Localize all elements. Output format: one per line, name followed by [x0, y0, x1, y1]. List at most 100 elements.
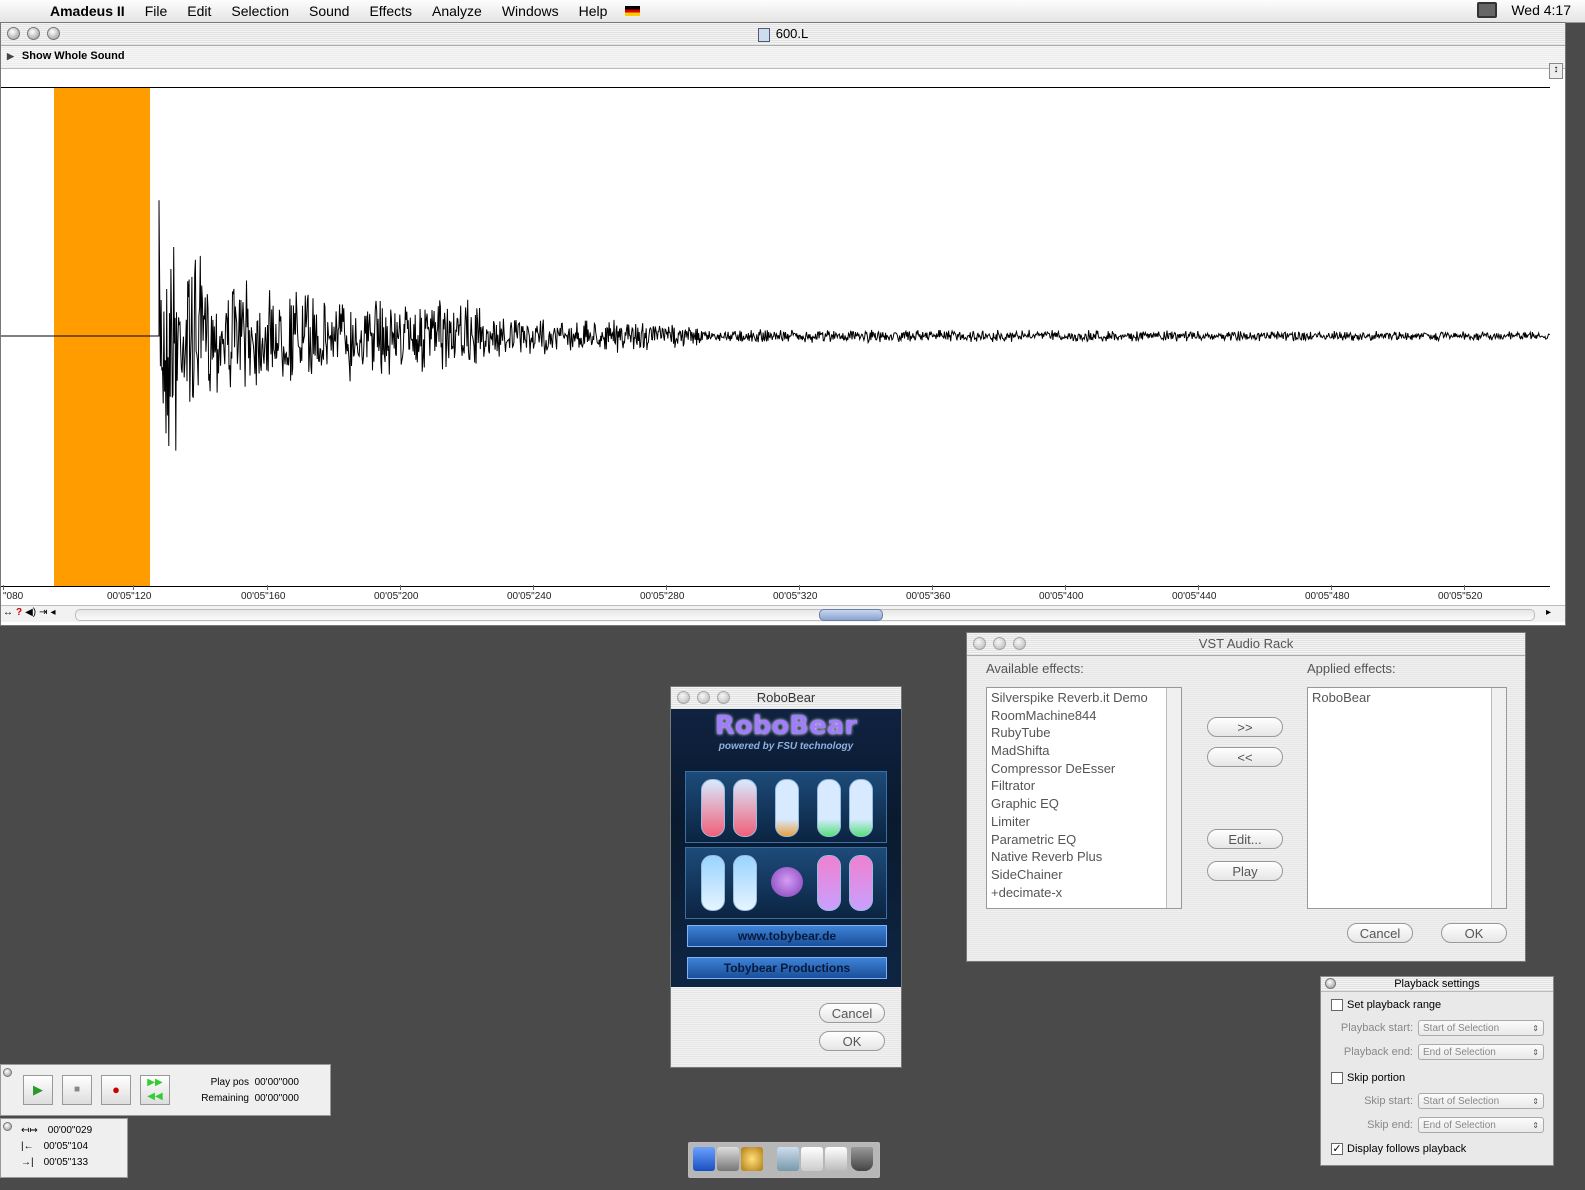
selection-start-value[interactable]: 00'05"104 [44, 1141, 88, 1152]
applied-effects-list[interactable]: RoboBear [1307, 687, 1507, 909]
tobybear-website-link[interactable]: www.tobybear.de [687, 925, 887, 947]
menu-effects[interactable]: Effects [359, 3, 422, 19]
tobybear-productions-link[interactable]: Tobybear Productions [687, 957, 887, 979]
ruler-tick [932, 585, 933, 590]
vst-ok-button[interactable]: OK [1441, 923, 1507, 943]
playback-end-select[interactable]: End of Selection ⇕ [1418, 1044, 1544, 1060]
menu-file[interactable]: File [135, 3, 178, 19]
add-effect-button[interactable]: >> [1207, 717, 1283, 737]
available-effect-item[interactable]: Limiter [987, 813, 1181, 831]
slider-tube[interactable] [733, 779, 757, 837]
playback-titlebar[interactable]: Playback settings [1321, 977, 1553, 992]
slider-tube[interactable] [849, 855, 873, 911]
vst-cancel-button[interactable]: Cancel [1347, 923, 1413, 943]
menu-help[interactable]: Help [569, 3, 618, 19]
available-effect-item[interactable]: Filtrator [987, 777, 1181, 795]
document-titlebar[interactable]: 600.L [1, 23, 1565, 46]
vertical-resize-icon[interactable]: ↕ [1549, 63, 1563, 79]
available-effect-item[interactable]: +decimate-x [987, 884, 1181, 902]
available-effect-item[interactable]: SideChainer [987, 866, 1181, 884]
menu-sound[interactable]: Sound [299, 3, 359, 19]
zoom-button[interactable] [717, 691, 730, 704]
file-icon[interactable] [825, 1147, 847, 1171]
menubar-clock[interactable]: Wed 4:17 [1511, 2, 1571, 18]
zoom-button[interactable] [1013, 637, 1026, 650]
available-effect-item[interactable]: Graphic EQ [987, 795, 1181, 813]
close-button[interactable] [973, 637, 986, 650]
document-icon[interactable] [777, 1147, 799, 1171]
applied-effect-item[interactable]: RoboBear [1308, 688, 1506, 707]
german-flag-icon[interactable] [625, 6, 641, 16]
scroll-thumb[interactable] [819, 609, 883, 621]
remove-effect-button[interactable]: << [1207, 747, 1283, 767]
available-effect-item[interactable]: Native Reverb Plus [987, 848, 1181, 866]
slider-tube[interactable] [817, 855, 841, 911]
trash-icon[interactable] [851, 1147, 873, 1171]
horizontal-scrollbar[interactable]: ↔ ? ◀) ⇥ ◂ ▸ [1, 605, 1565, 622]
display-icon[interactable] [1477, 2, 1498, 18]
playback-start-label: Playback start: [1340, 1022, 1413, 1034]
mail-icon[interactable] [717, 1147, 739, 1171]
close-button[interactable] [1325, 978, 1336, 989]
slider-tube[interactable] [817, 779, 841, 837]
available-effect-item[interactable]: Parametric EQ [987, 831, 1181, 849]
jump-end-icon[interactable]: ⇥ [39, 607, 47, 618]
disclosure-triangle-icon[interactable]: ▶ [7, 51, 14, 61]
zoom-button[interactable] [47, 27, 60, 40]
minimize-button[interactable] [993, 637, 1006, 650]
robobear-ok-button[interactable]: OK [819, 1031, 885, 1051]
show-whole-sound-bar[interactable]: ▶ Show Whole Sound [1, 46, 1565, 69]
vst-titlebar[interactable]: VST Audio Rack [967, 633, 1525, 656]
slider-tube[interactable] [733, 855, 757, 911]
stop-button[interactable]: ■ [62, 1075, 92, 1105]
menu-analyze[interactable]: Analyze [422, 3, 492, 19]
menu-edit[interactable]: Edit [177, 3, 221, 19]
set-playback-range-checkbox[interactable] [1331, 999, 1343, 1011]
close-button[interactable] [7, 27, 20, 40]
playback-start-select[interactable]: Start of Selection ⇕ [1418, 1020, 1544, 1036]
play-effect-button[interactable]: Play [1207, 861, 1283, 881]
slider-tube[interactable] [849, 779, 873, 837]
record-button[interactable]: ● [101, 1075, 131, 1105]
available-effect-item[interactable]: Silverspike Reverb.it Demo [987, 689, 1181, 707]
finder-icon[interactable] [693, 1147, 715, 1171]
available-effects-list[interactable]: Silverspike Reverb.it Demo RoomMachine844… [986, 687, 1182, 909]
slider-tube[interactable] [775, 779, 799, 837]
minimize-button[interactable] [697, 691, 710, 704]
available-effect-item[interactable]: RubyTube [987, 724, 1181, 742]
ie-icon[interactable] [741, 1147, 763, 1171]
menu-selection[interactable]: Selection [221, 3, 299, 19]
speaker-icon[interactable]: ◀) [25, 607, 36, 618]
selection-end-value[interactable]: 00'05"133 [44, 1157, 88, 1168]
robobear-cancel-button[interactable]: Cancel [819, 1003, 885, 1023]
app-menu[interactable]: Amadeus II [40, 3, 135, 19]
skip-end-select[interactable]: End of Selection ⇕ [1418, 1117, 1544, 1133]
skip-start-select[interactable]: Start of Selection ⇕ [1418, 1093, 1544, 1109]
available-list-scrollbar[interactable] [1166, 688, 1181, 908]
scroll-left-icon[interactable]: ◂ [51, 607, 56, 618]
available-effect-item[interactable]: Compressor DeEsser [987, 760, 1181, 778]
help-icon[interactable]: ? [16, 607, 22, 618]
display-follows-checkbox[interactable]: ✓ [1331, 1143, 1343, 1155]
close-button[interactable] [3, 1122, 12, 1131]
skip-portion-checkbox[interactable] [1331, 1072, 1343, 1084]
available-effect-item[interactable]: RoomMachine844 [987, 707, 1181, 725]
scroll-track[interactable] [75, 609, 1535, 621]
play-button[interactable]: ▶ [23, 1075, 53, 1105]
scroll-right-icon[interactable]: ▸ [1546, 607, 1551, 618]
applied-list-scrollbar[interactable] [1491, 688, 1506, 908]
slider-tube[interactable] [701, 779, 725, 837]
fast-forward-rewind-button[interactable]: ▶▶ ◀◀ [140, 1075, 170, 1105]
minimize-button[interactable] [27, 27, 40, 40]
slider-tube[interactable] [701, 855, 725, 911]
close-button[interactable] [677, 691, 690, 704]
edit-effect-button[interactable]: Edit... [1207, 829, 1283, 849]
robobear-titlebar[interactable]: RoboBear [671, 687, 901, 710]
close-button[interactable] [3, 1068, 12, 1077]
available-effect-item[interactable]: MadShifta [987, 742, 1181, 760]
waveform-view[interactable] [1, 87, 1550, 587]
menu-windows[interactable]: Windows [492, 3, 569, 19]
file-icon[interactable] [801, 1147, 823, 1171]
selection-length-value[interactable]: 00'00"029 [48, 1125, 92, 1136]
zoom-fit-icon[interactable]: ↔ [3, 607, 13, 618]
